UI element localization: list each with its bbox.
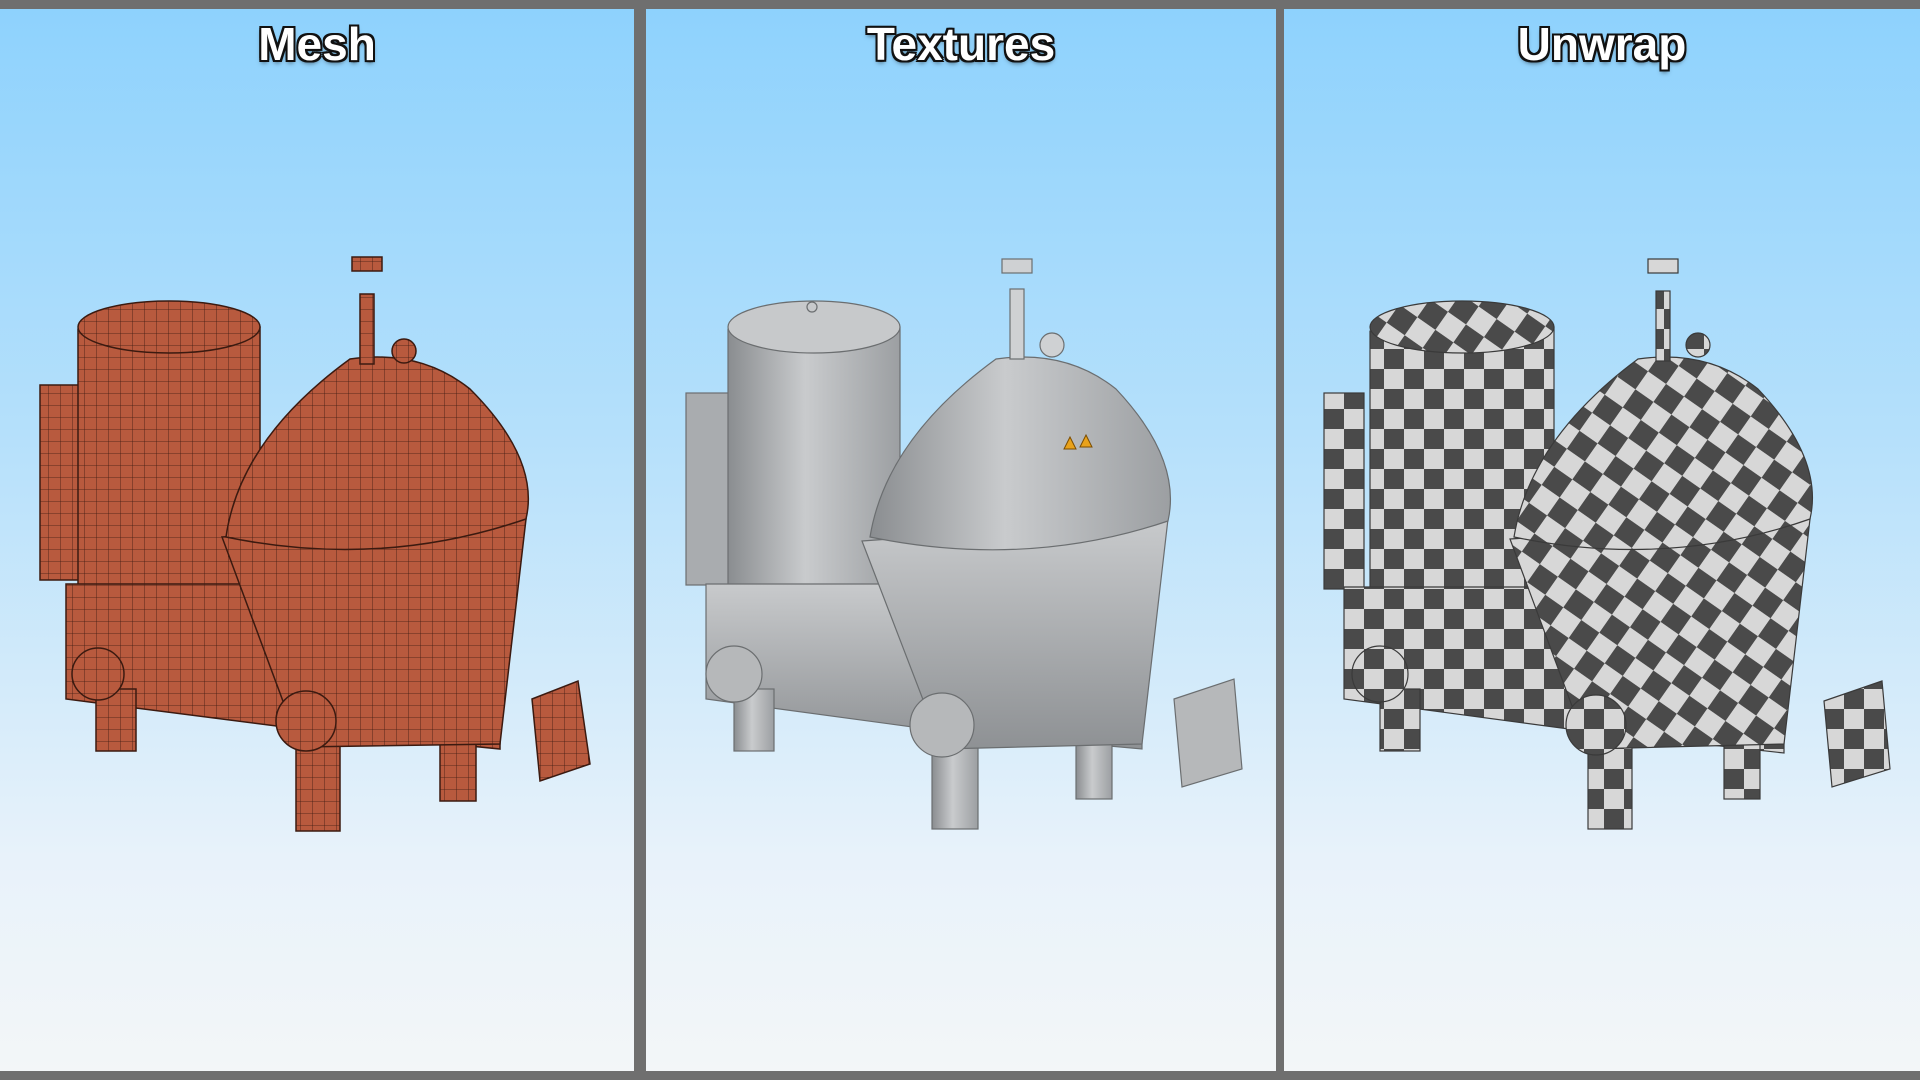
separator-checker-model	[1323, 258, 1891, 830]
separator-wireframe-model	[39, 256, 591, 832]
unwrap-panel: Unwrap	[1284, 9, 1920, 1071]
textures-panel: Textures	[646, 9, 1276, 1071]
comparison-frame: Mesh Textures Unwrap	[0, 0, 1920, 1080]
separator-textured-model	[685, 258, 1243, 830]
mesh-panel: Mesh	[0, 9, 634, 1071]
